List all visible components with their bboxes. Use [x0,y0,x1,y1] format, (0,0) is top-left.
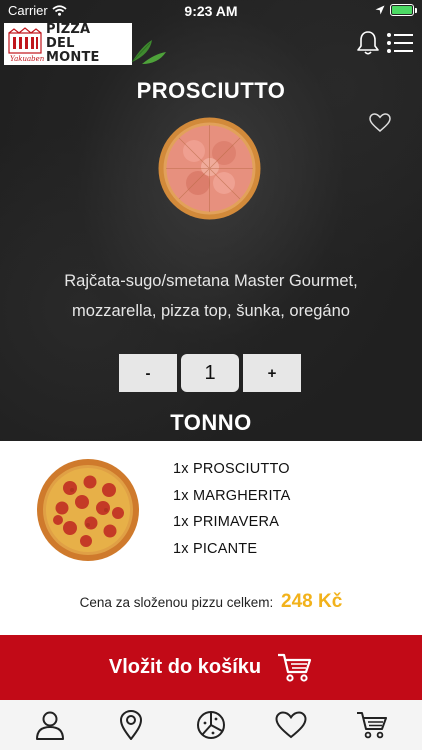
app-header: PIZZA DEL MONTE Yakuaben [0,22,422,66]
tab-favorites[interactable] [271,705,311,745]
total-price: 248 Kč [281,591,343,612]
total-row: Cena za složenou pizzu celkem: 248 Kč [0,591,422,613]
menu-icon[interactable] [386,32,414,54]
tab-pizza[interactable] [191,705,231,745]
product-description: Rajčata-sugo/smetana Master Gourmet, moz… [30,266,392,326]
cart-icon [356,712,387,739]
list-item: 1x PRIMAVERA [173,514,280,530]
tab-profile[interactable] [30,705,70,745]
next-product-title: TONNO [170,410,252,435]
logo-line2: DEL MONTE [46,36,100,65]
logo-script: Yakuaben [10,55,45,63]
prosciutto-pizza-image [158,117,261,220]
logo-line1: PIZZA [46,22,91,37]
list-item: 1x MARGHERITA [173,487,291,504]
quantity-value[interactable]: 1 [181,354,239,392]
add-to-cart-button[interactable]: Vložit do košíku [0,635,422,700]
increment-button[interactable]: + [243,354,301,392]
list-item: 1x PROSCIUTTO [173,461,290,477]
pizza-icon [196,711,225,739]
add-to-cart-label: Vložit do košíku [108,656,262,678]
description-line-2: mozzarella, pizza top, šunka, oregáno [72,302,350,320]
composed-items-list: 1x PROSCIUTTO 1x MARGHERITA 1x PRIMAVERA… [173,461,291,567]
total-label: Cena za složenou pizzu celkem: [79,595,274,610]
pizza-del-monte-logo[interactable]: PIZZA DEL MONTE Yakuaben [4,23,132,65]
order-summary-panel: 1x PROSCIUTTO 1x MARGHERITA 1x PRIMAVERA… [0,441,422,635]
favorite-heart-icon[interactable] [369,113,391,133]
product-title: PROSCIUTTO [136,78,286,103]
cart-icon [278,653,312,682]
tab-bar [0,700,422,750]
header-actions [356,30,414,56]
basil-leaves-decoration [131,40,166,64]
favorites-icon [275,711,307,739]
decrement-button[interactable]: - [119,354,177,392]
tab-cart[interactable] [352,705,392,745]
status-time: 9:23 AM [184,3,238,19]
quantity-stepper: - 1 + [119,354,301,392]
composed-pizza-image [37,459,139,561]
bell-icon[interactable] [356,30,380,56]
status-bar: Carrier 9:23 AM [0,0,422,22]
status-right [375,4,417,16]
list-item: 1x PICANTE [173,540,258,557]
profile-icon [36,711,65,740]
location-icon [119,710,142,740]
location-arrow-icon [375,5,385,15]
tab-location[interactable] [111,705,151,745]
description-line-1: Rajčata-sugo/smetana Master Gourmet, [64,272,358,290]
battery-icon [390,4,417,16]
